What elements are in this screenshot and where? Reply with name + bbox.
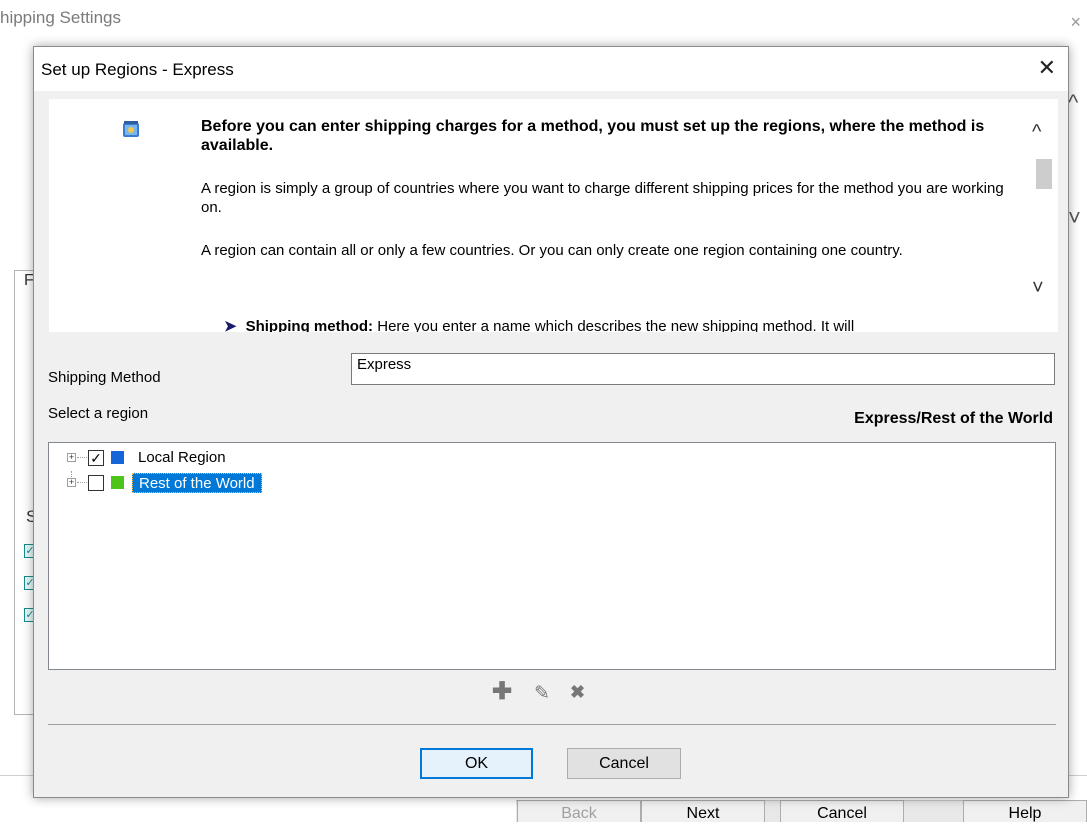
help-bullet-text: Here you enter a name which describes th… [373,318,855,332]
tree-row-local-region[interactable]: + ✓ Local Region [49,447,449,485]
scroll-down-icon[interactable]: ˅ [1032,277,1044,300]
help-bullet: ➤ Shipping method: Here you enter a name … [224,317,1024,332]
region-label-rest-of-world[interactable]: Rest of the World [132,473,262,493]
help-content: Before you can enter shipping charges fo… [49,99,1024,332]
background-help-button[interactable]: Help [963,800,1087,822]
cancel-button[interactable]: Cancel [567,748,681,779]
help-heading: Before you can enter shipping charges fo… [201,118,985,154]
shipping-method-input[interactable] [351,353,1055,385]
tree-connector [77,457,87,458]
background-next-button[interactable]: Next [641,800,765,822]
ok-button[interactable]: OK [420,748,533,779]
background-close-icon[interactable]: × [1070,12,1081,33]
help-pane: Before you can enter shipping charges fo… [49,99,1058,332]
region-label-local[interactable]: Local Region [132,448,232,468]
background-scroll-down-icon[interactable]: ˅ [1068,205,1081,231]
settings-app-icon [123,121,139,137]
tree-connector [77,482,87,483]
dialog-divider [48,724,1056,725]
scroll-up-icon[interactable]: ^ [1032,121,1041,144]
background-window-title: hipping Settings [0,8,121,27]
selected-region-path: Express/Rest of the World [854,410,1053,427]
region-color-swatch [111,451,124,464]
help-bullet-term: Shipping method: [245,318,374,332]
add-region-icon[interactable]: ✚ [492,677,512,706]
delete-region-icon[interactable]: ✖ [570,682,585,703]
expand-icon[interactable]: + [67,478,76,487]
tree-row-rest-of-world[interactable]: + Rest of the World [49,472,449,494]
region-checkbox-rest-of-world[interactable] [88,475,104,491]
dialog-close-icon[interactable]: ✕ [1038,55,1056,81]
setup-regions-dialog: Set up Regions - Express ✕ Before you ca… [33,46,1069,798]
region-checkbox-local[interactable]: ✓ [88,450,104,466]
select-region-label: Select a region [48,405,149,422]
dialog-title: Set up Regions - Express [41,60,234,79]
background-cancel-button[interactable]: Cancel [780,800,904,822]
region-tree[interactable]: + ✓ Local Region + Rest of the World [48,442,1056,670]
help-scrollbar[interactable]: ^ ˅ [1024,99,1058,332]
region-color-swatch [111,476,124,489]
edit-region-icon[interactable]: ✎ [534,682,550,705]
help-paragraph: A region is simply a group of countries … [201,180,1004,216]
bullet-arrow-icon: ➤ [224,318,237,332]
background-back-button[interactable]: Back [517,800,641,822]
help-paragraph: A region can contain all or only a few c… [201,242,903,259]
shipping-method-label: Shipping Method [48,369,161,386]
scroll-thumb[interactable] [1036,159,1052,189]
dialog-titlebar: Set up Regions - Express ✕ [34,47,1068,91]
background-scroll-up-icon[interactable]: ^ [1068,90,1078,116]
expand-icon[interactable]: + [67,453,76,462]
